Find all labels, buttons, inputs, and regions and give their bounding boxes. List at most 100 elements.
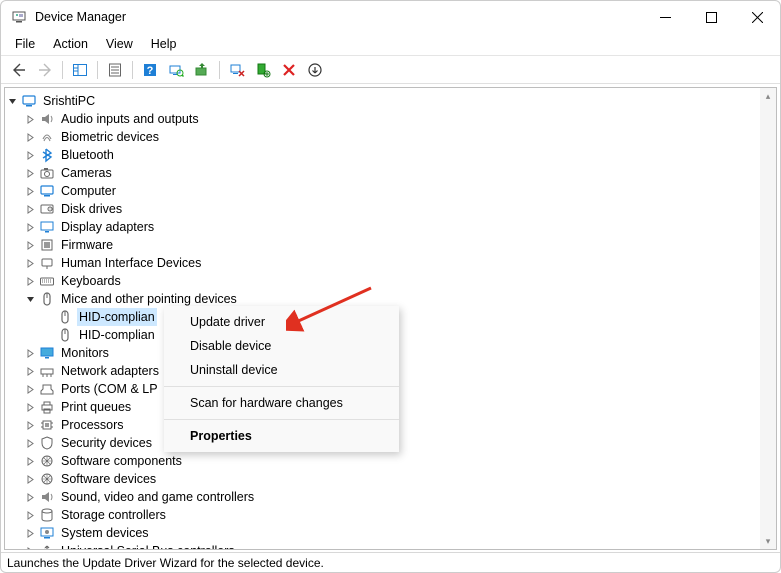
forward-button[interactable]	[33, 59, 57, 81]
tree-item-label: Print queues	[59, 398, 133, 416]
context-menu-item[interactable]: Scan for hardware changes	[164, 391, 399, 415]
remove-device-button[interactable]	[303, 59, 327, 81]
tree-item-label: Storage controllers	[59, 506, 168, 524]
keyboard-icon	[39, 273, 55, 289]
security-icon	[39, 435, 55, 451]
tree-item[interactable]: Cameras	[5, 164, 776, 182]
caret-right-icon[interactable]	[23, 544, 37, 550]
tree-item[interactable]: Firmware	[5, 236, 776, 254]
caret-right-icon[interactable]	[23, 112, 37, 126]
tree-item-label: Cameras	[59, 164, 114, 182]
mouse-icon	[39, 291, 55, 307]
tree-item-label: HID-complian	[77, 308, 157, 326]
caret-right-icon[interactable]	[23, 274, 37, 288]
help-button[interactable]: ?	[138, 59, 162, 81]
uninstall-device-button[interactable]	[277, 59, 301, 81]
tree-item[interactable]: Storage controllers	[5, 506, 776, 524]
firmware-icon	[39, 237, 55, 253]
tree-root[interactable]: SrishtiPC	[5, 92, 776, 110]
mouse-icon	[57, 327, 73, 343]
tree-item[interactable]: System devices	[5, 524, 776, 542]
scroll-down-icon[interactable]: ▾	[760, 533, 776, 549]
scroll-up-icon[interactable]: ▴	[760, 88, 776, 104]
context-menu-item[interactable]: Uninstall device	[164, 358, 399, 382]
caret-right-icon[interactable]	[23, 256, 37, 270]
close-button[interactable]	[734, 1, 780, 33]
menu-help[interactable]: Help	[143, 35, 185, 53]
tree-item[interactable]: Display adapters	[5, 218, 776, 236]
hid-icon	[39, 255, 55, 271]
tree-item[interactable]: Software components	[5, 452, 776, 470]
caret-right-icon[interactable]	[23, 436, 37, 450]
caret-right-icon[interactable]	[23, 148, 37, 162]
tree-item-label: Universal Serial Bus controllers	[59, 542, 237, 550]
tree-item-label: Computer	[59, 182, 118, 200]
caret-right-icon[interactable]	[23, 508, 37, 522]
back-button[interactable]	[7, 59, 31, 81]
tree-item[interactable]: Human Interface Devices	[5, 254, 776, 272]
minimize-button[interactable]	[642, 1, 688, 33]
tree-item-label: Bluetooth	[59, 146, 116, 164]
tree-item[interactable]: Disk drives	[5, 200, 776, 218]
tree-item[interactable]: Software devices	[5, 470, 776, 488]
tree-item[interactable]: Bluetooth	[5, 146, 776, 164]
caret-right-icon[interactable]	[23, 454, 37, 468]
caret-right-icon[interactable]	[23, 364, 37, 378]
caret-right-icon[interactable]	[23, 400, 37, 414]
caret-right-icon[interactable]	[23, 130, 37, 144]
update-driver-button[interactable]	[190, 59, 214, 81]
enable-device-button[interactable]	[251, 59, 275, 81]
tree-item-label: Software components	[59, 452, 184, 470]
tree-item[interactable]: Audio inputs and outputs	[5, 110, 776, 128]
titlebar: Device Manager	[1, 1, 780, 33]
caret-down-icon[interactable]	[5, 94, 19, 108]
caret-right-icon[interactable]	[23, 418, 37, 432]
tree-item[interactable]: Sound, video and game controllers	[5, 488, 776, 506]
context-menu-item[interactable]: Disable device	[164, 334, 399, 358]
device-manager-icon	[11, 9, 27, 25]
printer-icon	[39, 399, 55, 415]
vertical-scrollbar[interactable]: ▴ ▾	[760, 88, 776, 549]
network-icon	[39, 363, 55, 379]
bluetooth-icon	[39, 147, 55, 163]
menu-file[interactable]: File	[7, 35, 43, 53]
caret-right-icon[interactable]	[23, 472, 37, 486]
tree-item-label: Sound, video and game controllers	[59, 488, 256, 506]
caret-right-icon[interactable]	[23, 166, 37, 180]
port-icon	[39, 381, 55, 397]
caret-right-icon[interactable]	[23, 202, 37, 216]
usb-icon	[39, 543, 55, 550]
tree-item[interactable]: Keyboards	[5, 272, 776, 290]
caret-right-icon[interactable]	[23, 238, 37, 252]
properties-button[interactable]	[103, 59, 127, 81]
show-hide-tree-button[interactable]	[68, 59, 92, 81]
caret-right-icon[interactable]	[23, 382, 37, 396]
caret-down-icon[interactable]	[23, 292, 37, 306]
tree-item[interactable]: Universal Serial Bus controllers	[5, 542, 776, 550]
caret-right-icon[interactable]	[23, 220, 37, 234]
computer-icon	[39, 183, 55, 199]
context-menu-item[interactable]: Properties	[164, 424, 399, 448]
tree-item-label: Biometric devices	[59, 128, 161, 146]
context-menu-item[interactable]: Update driver	[164, 310, 399, 334]
caret-right-icon[interactable]	[23, 490, 37, 504]
caret-right-icon[interactable]	[23, 526, 37, 540]
tree-item-label: Display adapters	[59, 218, 156, 236]
tree-item-label: Keyboards	[59, 272, 123, 290]
caret-right-icon[interactable]	[23, 346, 37, 360]
disable-device-button[interactable]	[225, 59, 249, 81]
tree-item[interactable]: Computer	[5, 182, 776, 200]
tree-item-label: Firmware	[59, 236, 115, 254]
caret-right-icon[interactable]	[23, 184, 37, 198]
svg-text:?: ?	[147, 65, 154, 77]
scan-hardware-button[interactable]	[164, 59, 188, 81]
tree-item[interactable]: Biometric devices	[5, 128, 776, 146]
caret-none	[41, 328, 55, 342]
software-icon	[39, 471, 55, 487]
maximize-button[interactable]	[688, 1, 734, 33]
camera-icon	[39, 165, 55, 181]
menu-action[interactable]: Action	[45, 35, 96, 53]
monitor-icon	[39, 345, 55, 361]
menu-view[interactable]: View	[98, 35, 141, 53]
tree-item-label: SrishtiPC	[41, 92, 97, 110]
